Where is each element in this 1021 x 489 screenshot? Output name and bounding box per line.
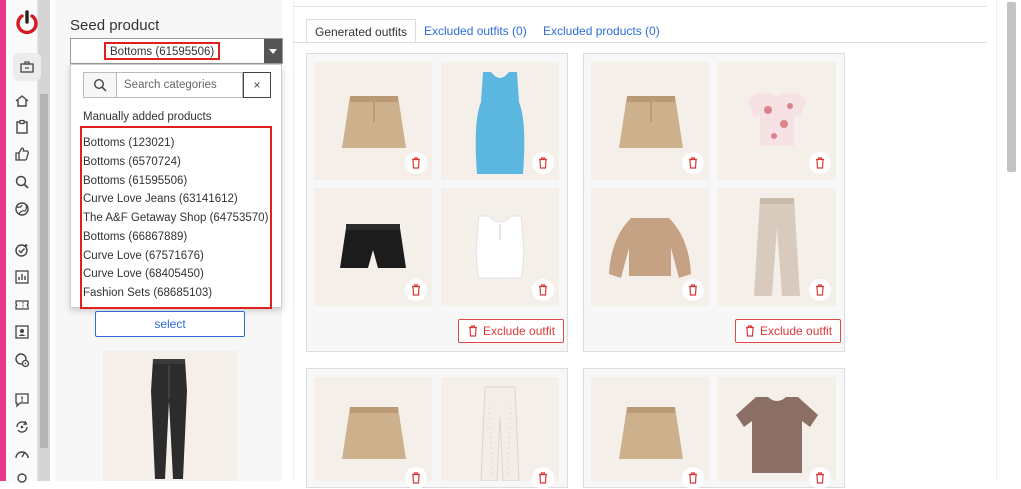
trash-icon (816, 472, 824, 484)
trash-icon (469, 325, 477, 337)
feedback-icon[interactable] (14, 392, 30, 408)
main-scrollbar[interactable] (996, 0, 1021, 481)
trash-icon (539, 284, 547, 296)
dropdown-option[interactable]: Bottoms (61595506) (83, 175, 187, 187)
remove-product-button[interactable] (809, 152, 831, 174)
seed-product-select[interactable]: Bottoms (61595506) (70, 38, 283, 64)
dropdown-option[interactable]: Bottoms (66867889) (83, 231, 187, 243)
trash-icon (412, 284, 420, 296)
trash-icon (746, 325, 754, 337)
exclude-outfit-label: Exclude outfit (483, 324, 556, 338)
tabs-underline (293, 42, 987, 43)
trash-icon (412, 472, 420, 484)
dropdown-option[interactable]: Bottoms (6570724) (83, 156, 181, 168)
chevron-down-icon[interactable] (264, 39, 282, 63)
more-icon[interactable] (14, 470, 30, 486)
ticket-icon[interactable] (14, 297, 30, 313)
selected-product-value: Bottoms (61595506) (104, 42, 221, 60)
power-logo-icon[interactable] (14, 10, 40, 36)
dropdown-option[interactable]: Bottoms (123021) (83, 137, 174, 149)
trash-icon (539, 472, 547, 484)
select-button[interactable]: select (95, 311, 245, 337)
manually-added-label: Manually added products (83, 111, 212, 123)
dropdown-option[interactable]: Curve Love Jeans (63141612) (83, 193, 238, 205)
exclude-outfit-button[interactable]: Exclude outfit (735, 319, 842, 343)
search-nav-icon[interactable] (14, 174, 30, 190)
remove-product-button[interactable] (532, 152, 554, 174)
briefcase-icon (20, 61, 34, 73)
product-image-skirt[interactable] (591, 377, 709, 481)
remove-product-button[interactable] (682, 152, 704, 174)
category-search: × (83, 72, 271, 98)
remove-product-button[interactable] (405, 279, 427, 301)
dropdown-option[interactable]: The A&F Getaway Shop (64753570) (83, 212, 268, 224)
remove-product-button[interactable] (682, 279, 704, 301)
clipboard-icon[interactable] (14, 119, 30, 135)
user-card-icon[interactable] (14, 324, 30, 340)
tab-excluded-outfits[interactable]: Excluded outfits (0) (424, 19, 527, 43)
trash-icon (689, 284, 697, 296)
trash-icon (412, 157, 420, 169)
product-image-skirt[interactable] (314, 377, 432, 481)
toolbar-edge (293, 6, 987, 7)
remove-product-button[interactable] (532, 279, 554, 301)
tab-excluded-products[interactable]: Excluded products (0) (543, 19, 660, 43)
tab-generated-outfits[interactable]: Generated outfits (306, 19, 417, 43)
globe-icon[interactable] (14, 201, 30, 217)
remove-product-button[interactable] (405, 467, 427, 489)
trash-icon (689, 157, 697, 169)
bar-chart-icon[interactable] (14, 269, 30, 285)
remove-product-button[interactable] (809, 467, 831, 489)
dropdown-option[interactable]: Fashion Sets (68685103) (83, 287, 212, 299)
sync-icon[interactable] (14, 419, 30, 435)
briefcase-button[interactable] (13, 53, 41, 81)
exclude-outfit-label: Exclude outfit (760, 324, 833, 338)
remove-product-button[interactable] (405, 152, 427, 174)
exclude-outfit-button[interactable]: Exclude outfit (458, 319, 565, 343)
remove-product-button[interactable] (682, 467, 704, 489)
remove-product-button[interactable] (809, 279, 831, 301)
seed-product-title: Seed product (70, 17, 160, 34)
trash-icon (689, 472, 697, 484)
search-icon-box (83, 72, 116, 98)
trash-icon (816, 157, 824, 169)
product-image-lace-pants[interactable] (441, 377, 559, 482)
main-divider (293, 0, 294, 481)
dropdown-option[interactable]: Curve Love (68405450) (83, 268, 204, 280)
trash-icon (539, 157, 547, 169)
sidebar-scrollbar-thumb[interactable] (40, 94, 48, 448)
main-scrollbar-thumb[interactable] (1007, 2, 1016, 172)
category-search-input[interactable] (116, 72, 243, 98)
gauge-icon[interactable] (14, 446, 30, 462)
clear-search-button[interactable]: × (243, 72, 271, 98)
home-icon[interactable] (14, 93, 30, 109)
thumbs-up-icon[interactable] (14, 146, 30, 162)
search-icon (93, 78, 107, 92)
seed-product-image[interactable] (103, 351, 238, 481)
dropdown-option[interactable]: Curve Love (67571676) (83, 250, 204, 262)
product-image-tshirt[interactable] (718, 377, 836, 481)
trash-icon (816, 284, 824, 296)
settings-badge-icon[interactable] (14, 352, 30, 368)
remove-product-button[interactable] (532, 467, 554, 489)
check-badge-icon[interactable] (14, 242, 30, 258)
